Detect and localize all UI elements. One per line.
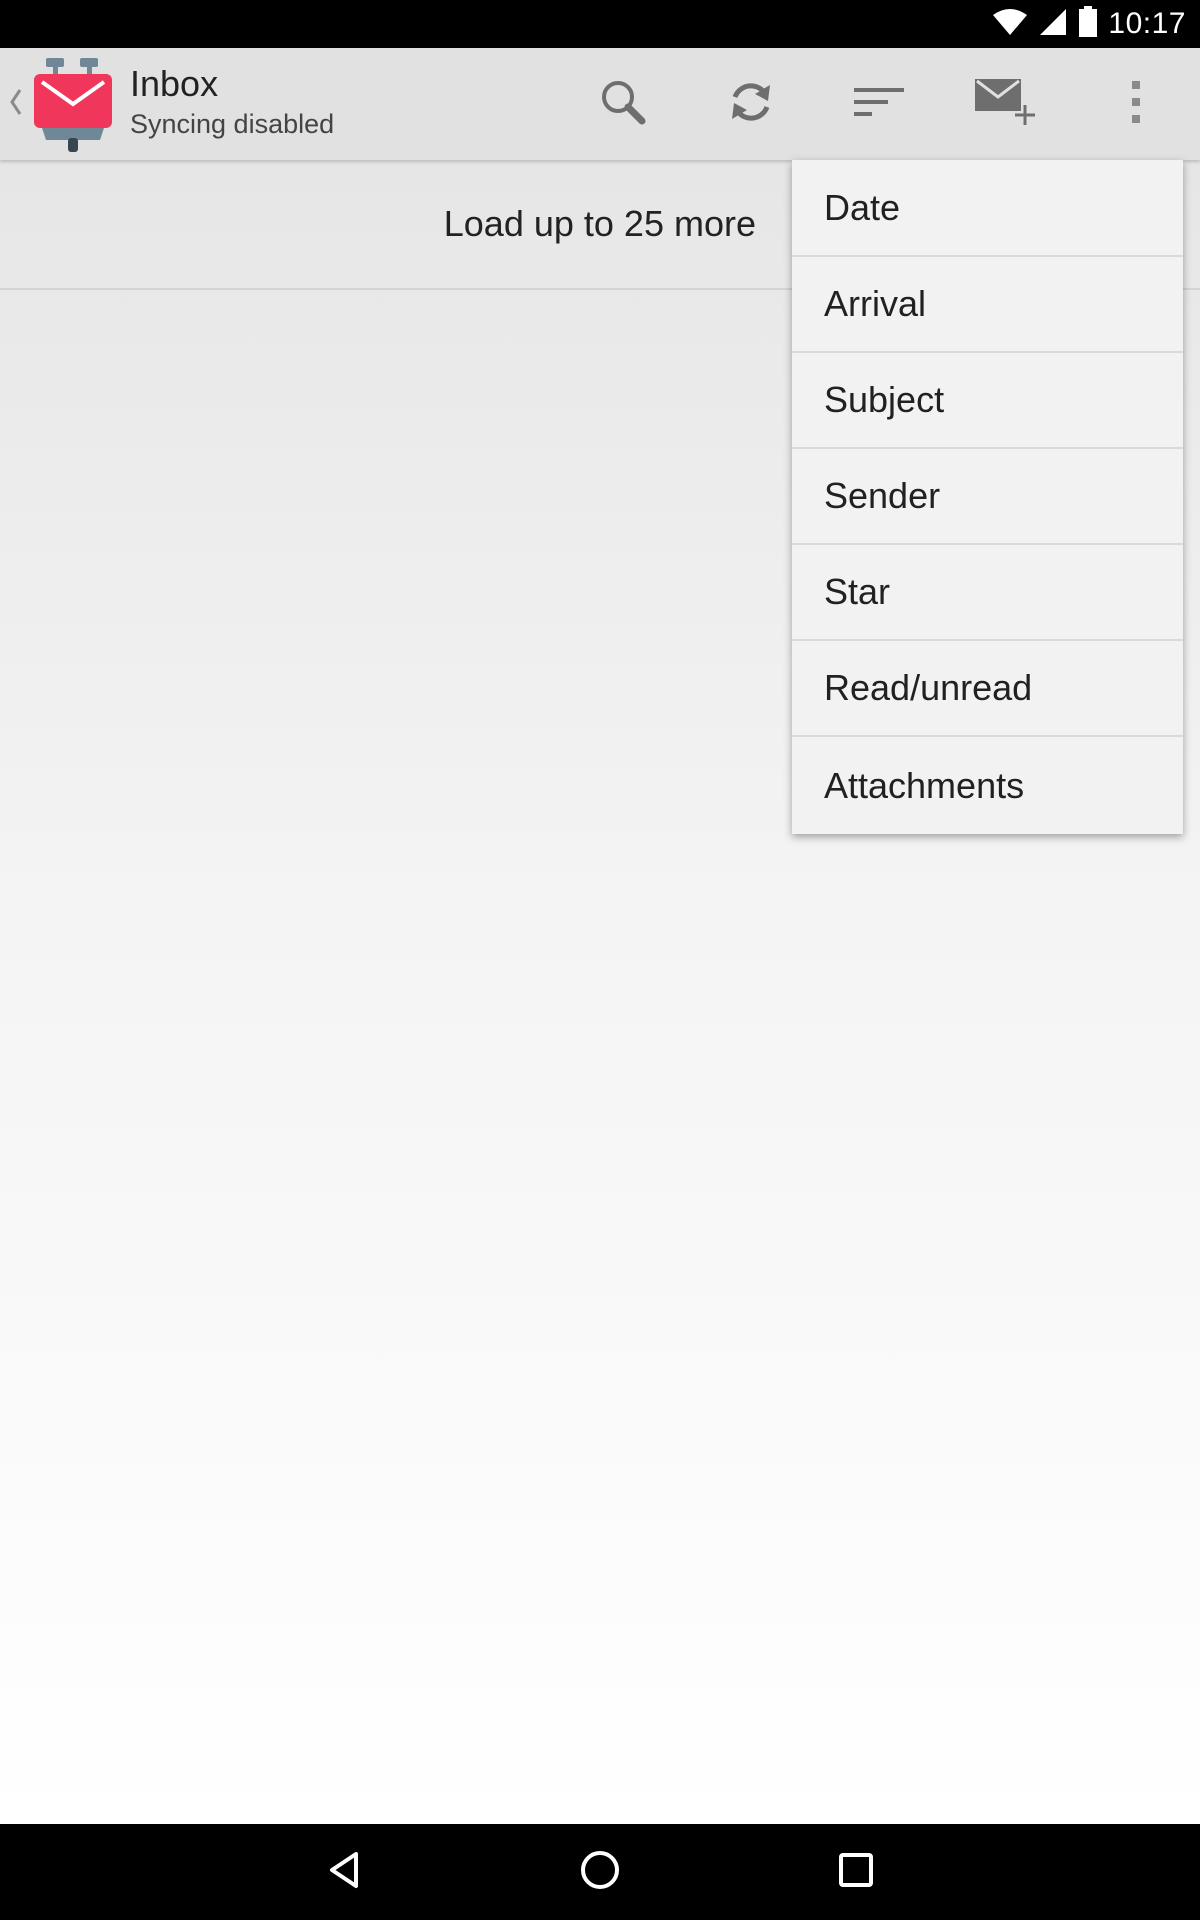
- refresh-icon: [726, 77, 776, 132]
- sort-option-read-unread[interactable]: Read/unread: [792, 641, 1183, 737]
- recents-button[interactable]: [796, 1824, 916, 1920]
- title-block: Inbox Syncing disabled: [130, 64, 334, 142]
- sync-status: Syncing disabled: [130, 109, 335, 139]
- home-button[interactable]: [540, 1824, 660, 1920]
- sort-icon: [852, 82, 906, 127]
- app-logo-icon[interactable]: [30, 56, 116, 152]
- overflow-menu-button[interactable]: [1081, 48, 1191, 160]
- load-more-label: Load up to 25 more: [443, 203, 756, 244]
- back-button[interactable]: [284, 1824, 404, 1920]
- up-caret-icon[interactable]: [6, 82, 26, 122]
- status-bar: 10:17: [0, 0, 1200, 48]
- recents-icon: [836, 1850, 876, 1895]
- sort-option-attachments[interactable]: Attachments: [792, 737, 1183, 834]
- compose-icon: [973, 75, 1037, 134]
- sort-option-sender[interactable]: Sender: [792, 449, 1183, 545]
- sort-option-star[interactable]: Star: [792, 545, 1183, 641]
- folder-title: Inbox: [130, 63, 219, 104]
- sort-option-subject[interactable]: Subject: [792, 353, 1183, 449]
- wifi-icon: [992, 7, 1028, 42]
- overflow-menu-icon: [1129, 80, 1143, 129]
- status-time: 10:17: [1108, 7, 1186, 40]
- sort-option-arrival[interactable]: Arrival: [792, 257, 1183, 353]
- sort-menu: Date Arrival Subject Sender Star Read/un…: [792, 160, 1183, 834]
- refresh-button[interactable]: [696, 48, 806, 160]
- status-icons: 10:17: [992, 0, 1186, 48]
- home-icon: [578, 1848, 622, 1897]
- battery-icon: [1078, 5, 1098, 43]
- action-bar: Inbox Syncing disabled: [0, 48, 1200, 160]
- search-icon: [598, 77, 648, 132]
- compose-button[interactable]: [950, 48, 1060, 160]
- back-icon: [324, 1850, 364, 1895]
- search-button[interactable]: [568, 48, 678, 160]
- cell-signal-icon: [1038, 7, 1068, 42]
- sort-option-date[interactable]: Date: [792, 160, 1183, 257]
- navigation-bar: [0, 1824, 1200, 1920]
- sort-button[interactable]: [824, 48, 934, 160]
